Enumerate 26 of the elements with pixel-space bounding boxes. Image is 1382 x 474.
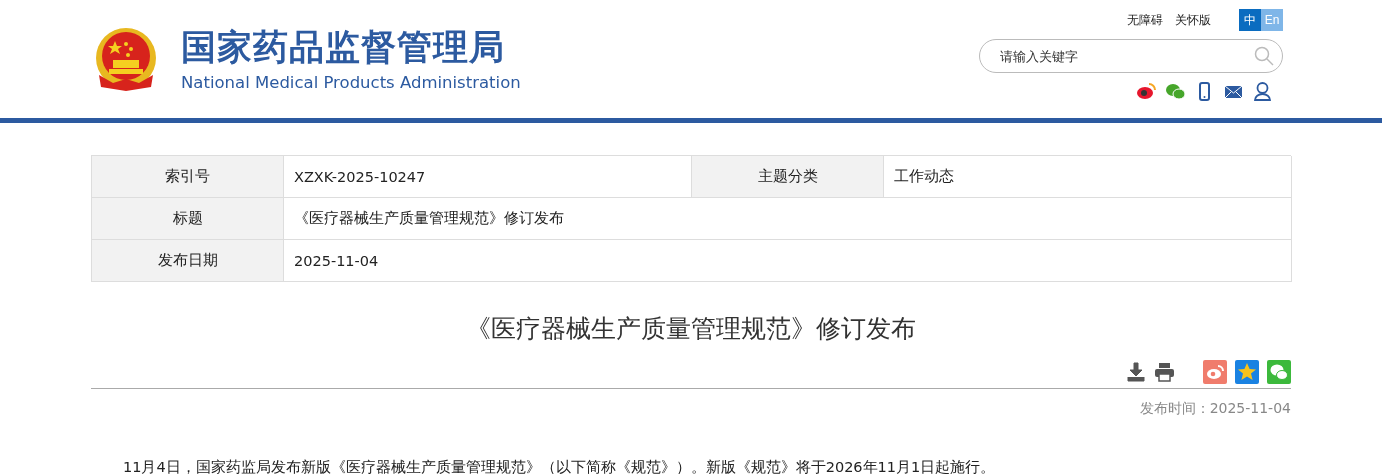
site-subtitle: National Medical Products Administration <box>181 72 521 92</box>
emblem-logo <box>93 27 159 93</box>
label-cell: 标题 <box>92 198 284 240</box>
weibo-icon[interactable] <box>1136 81 1157 102</box>
value-cell: XZXK-2025-10247 <box>284 156 692 198</box>
article-paragraph: 11月4日，国家药监局发布新版《医疗器械生产质量管理规范》（以下简称《规范》）。新版《规范》将于2026年11月1日起施行。 <box>123 458 997 474</box>
publish-time: 发布时间：2025-11-04 <box>1138 400 1291 418</box>
value-cell: 工作动态 <box>884 156 1292 198</box>
value-cell: 《医疗器械生产质量管理规范》修订发布 <box>284 198 1292 240</box>
wechat-share-icon[interactable] <box>1267 360 1291 384</box>
label-cell: 主题分类 <box>692 156 884 198</box>
wechat-icon[interactable] <box>1165 81 1186 102</box>
value-cell: 2025-11-04 <box>284 240 1292 282</box>
language-button[interactable]: 中 <box>1239 9 1261 31</box>
weibo-share-icon[interactable] <box>1203 360 1227 384</box>
user-icon[interactable] <box>1252 81 1273 102</box>
label-cell: 索引号 <box>92 156 284 198</box>
header-link[interactable]: 关怀版 <box>1175 11 1211 29</box>
site-title: 国家药品监督管理局 <box>181 28 506 67</box>
star-share-icon[interactable] <box>1235 360 1259 384</box>
download-icon[interactable] <box>1126 362 1146 382</box>
label-cell: 发布日期 <box>92 240 284 282</box>
header-link[interactable]: 无障碍 <box>1127 11 1163 29</box>
print-icon[interactable] <box>1154 362 1175 382</box>
search-field[interactable]: 请输入关键字 <box>979 39 1283 73</box>
article-title: 《医疗器械生产质量管理规范》修订发布 <box>465 313 917 345</box>
